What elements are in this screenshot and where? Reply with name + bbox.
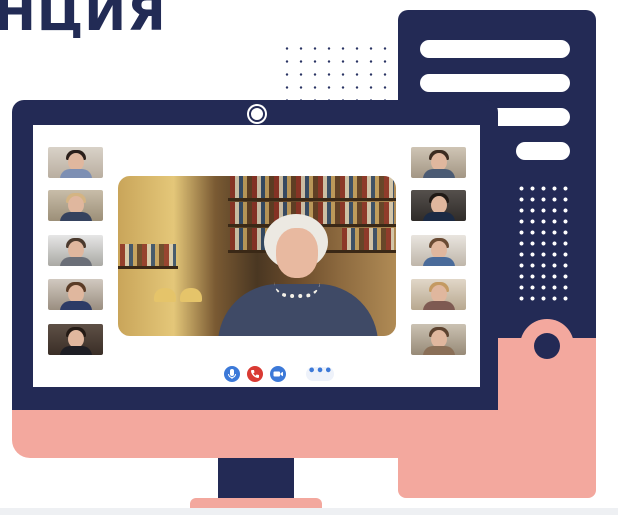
page-heading: НЦИЯ [0,0,167,42]
bookshelf [342,228,394,250]
participant-thumbnail[interactable] [48,324,103,355]
video-camera-icon[interactable] [270,366,286,382]
participant-thumbnail[interactable] [411,324,466,355]
lamp [180,288,202,302]
bookshelf [228,198,396,201]
participant-thumbnail[interactable] [48,147,103,178]
phone-hangup-icon[interactable] [247,366,263,382]
participant-thumbnail[interactable] [411,190,466,221]
lamp [154,288,176,302]
speaker-face [276,228,318,278]
decorative-dot-grid [280,42,392,104]
floor-line [0,508,618,515]
monitor-stand-neck [218,458,294,502]
participant-thumbnail[interactable] [48,190,103,221]
tower-vent [516,183,572,301]
participant-thumbnail[interactable] [411,147,466,178]
bookshelf [230,176,394,198]
participant-thumbnail[interactable] [411,235,466,266]
bookshelf [120,244,176,266]
more-options-button[interactable]: ••• [306,365,334,381]
participant-thumbnail[interactable] [48,235,103,266]
participant-thumbnail[interactable] [48,279,103,310]
bookshelf [118,266,178,269]
main-speaker-video[interactable] [118,176,396,336]
drive-slot [516,142,570,160]
microphone-icon[interactable] [224,366,240,382]
webcam-icon [249,106,265,122]
monitor-chin [12,410,498,458]
participant-thumbnail[interactable] [411,279,466,310]
drive-slot [420,40,570,58]
drive-slot [420,74,570,92]
power-button-icon [520,319,574,373]
